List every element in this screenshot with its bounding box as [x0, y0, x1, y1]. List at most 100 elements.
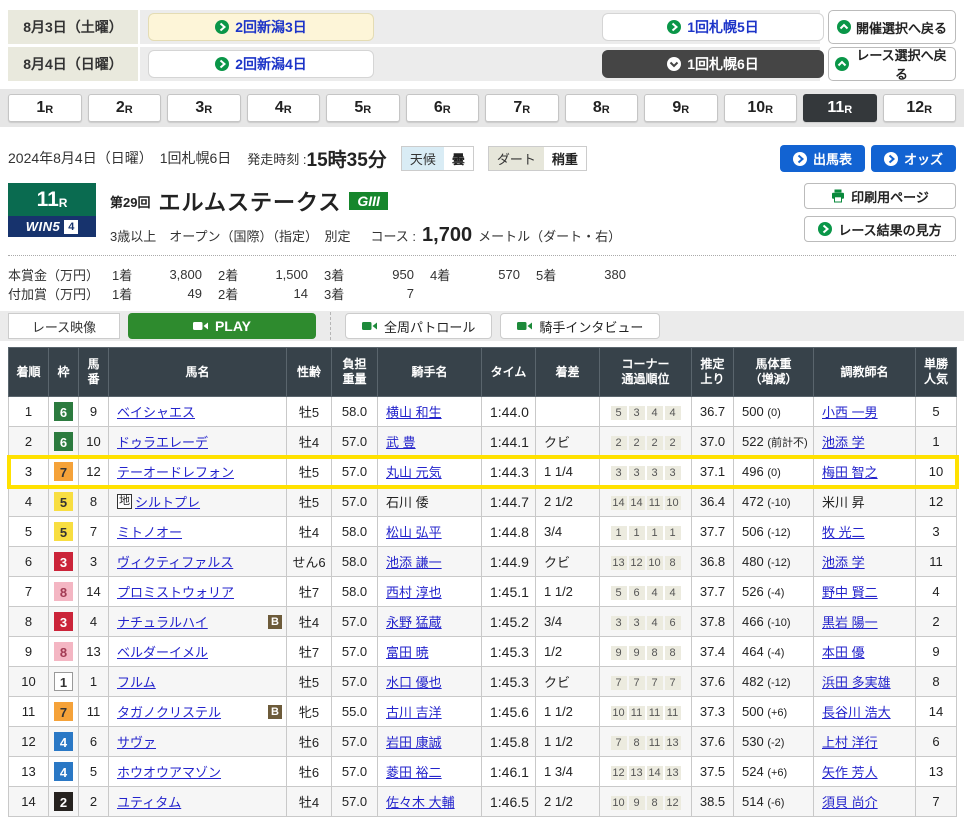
- corner-position: 2: [647, 436, 663, 450]
- trainer-name-link[interactable]: 上村 洋行: [822, 735, 878, 750]
- horse-name-link[interactable]: タガノクリステル: [117, 702, 221, 721]
- trainer-name-link[interactable]: 長谷川 浩大: [822, 705, 891, 720]
- horse-name-link[interactable]: テーオードレフォン: [117, 462, 234, 481]
- race-tab-12R[interactable]: 12R: [883, 94, 957, 122]
- corner-position: 8: [665, 646, 681, 660]
- patrol-button-label: 全周パトロール: [384, 317, 475, 336]
- column-header: 騎手名: [378, 348, 482, 397]
- meeting-button-sapporo6-selected[interactable]: 1回札幌6日: [602, 50, 824, 78]
- print-page-button[interactable]: 印刷用ページ: [804, 183, 956, 209]
- trainer-name-link[interactable]: 池添 学: [822, 555, 865, 570]
- body-weight-cell: 514 (-6): [734, 787, 814, 817]
- weather-badge: 天候 曇: [401, 146, 474, 171]
- corner-positions: 781113: [600, 727, 692, 757]
- prize-amount: 570: [468, 267, 520, 282]
- chevron-right-circle-icon: [215, 57, 229, 71]
- race-tab-3R[interactable]: 3R: [167, 94, 241, 122]
- trainer-name-link[interactable]: 野中 賢二: [822, 585, 878, 600]
- horse-name-wrap: プロミストウォリア: [111, 582, 284, 601]
- race-tab-4R[interactable]: 4R: [247, 94, 321, 122]
- horse-name-link[interactable]: ドゥラエレーデ: [117, 432, 208, 451]
- meeting-button-niigata3[interactable]: 2回新潟3日: [148, 13, 374, 41]
- horse-name-link[interactable]: フルム: [117, 672, 156, 691]
- horse-name-link[interactable]: ベイシャエス: [117, 402, 195, 421]
- trainer-name-link[interactable]: 牧 光二: [822, 525, 865, 540]
- horse-name-cell: ベルダーイメル: [109, 637, 287, 667]
- race-tab-9R[interactable]: 9R: [644, 94, 718, 122]
- race-tab-2R[interactable]: 2R: [88, 94, 162, 122]
- jockey-name-link[interactable]: 池添 謙一: [386, 555, 442, 570]
- horse-name-link[interactable]: ベルダーイメル: [117, 642, 208, 661]
- jockey-name-link[interactable]: 横山 和生: [386, 405, 442, 420]
- body-weight: 522: [742, 434, 764, 449]
- sex-age: 牡5: [287, 397, 332, 427]
- horse-name-link[interactable]: プロミストウォリア: [117, 582, 234, 601]
- back-to-kaisai-button[interactable]: 開催選択へ戻る: [828, 10, 956, 44]
- race-tab-suffix: R: [765, 104, 773, 116]
- result-guide-button[interactable]: レース結果の見方: [804, 216, 956, 242]
- horse-name-link[interactable]: ホウオウアマゾン: [117, 762, 221, 781]
- race-tab-11R[interactable]: 11R: [803, 94, 877, 122]
- jockey-name-link[interactable]: 古川 吉洋: [386, 705, 442, 720]
- trainer-name-link[interactable]: 池添 学: [822, 435, 865, 450]
- jockey-name-link[interactable]: 菱田 裕二: [386, 765, 442, 780]
- trainer-name-link[interactable]: 浜田 多実雄: [822, 675, 891, 690]
- day-row-sunday: 8月4日（日曜） 2回新潟4日 1回札幌6日 レース選択へ戻る: [8, 47, 956, 81]
- horse-name-wrap: フルム: [111, 672, 284, 691]
- last-3f-time: 37.1: [692, 457, 734, 487]
- race-tab-5R[interactable]: 5R: [326, 94, 400, 122]
- horse-name-link[interactable]: サヴァ: [117, 732, 156, 751]
- horse-name-wrap: ドゥラエレーデ: [111, 432, 284, 451]
- race-tab-1R[interactable]: 1R: [8, 94, 82, 122]
- body-weight-cell: 530 (-2): [734, 727, 814, 757]
- finish-position: 11: [9, 697, 49, 727]
- play-button[interactable]: PLAY: [128, 313, 316, 339]
- race-tab-10R[interactable]: 10R: [724, 94, 798, 122]
- win-popularity: 13: [916, 757, 957, 787]
- horse-name-link[interactable]: シルトプレ: [135, 492, 200, 511]
- jockey-name-link[interactable]: 岩田 康誠: [386, 735, 442, 750]
- shutsuba-button[interactable]: 出馬表: [780, 145, 865, 172]
- trainer-cell: 小西 一男: [814, 397, 916, 427]
- horse-name-link[interactable]: ヴィクティファルス: [117, 552, 233, 571]
- trainer-name-link[interactable]: 黒岩 陽一: [822, 615, 878, 630]
- body-weight-diff: (-12): [767, 677, 790, 689]
- jockey-name-link[interactable]: 武 豊: [386, 435, 416, 450]
- jockey-name: 石川 倭: [386, 495, 429, 510]
- race-tab-8R[interactable]: 8R: [565, 94, 639, 122]
- corner-position: 6: [665, 616, 681, 630]
- trainer-name-link[interactable]: 本田 優: [822, 645, 865, 660]
- race-tab-7R[interactable]: 7R: [485, 94, 559, 122]
- trainer-name-link[interactable]: 須貝 尚介: [822, 795, 878, 810]
- horse-name-link[interactable]: ミトノオー: [117, 522, 182, 541]
- trainer-name-link[interactable]: 小西 一男: [822, 405, 878, 420]
- trainer-name-link[interactable]: 矢作 芳人: [822, 765, 878, 780]
- patrol-video-button[interactable]: 全周パトロール: [345, 313, 492, 339]
- horse-name-link[interactable]: ユティタム: [117, 792, 181, 811]
- jockey-name-link[interactable]: 松山 弘平: [386, 525, 442, 540]
- back-to-race-select-button[interactable]: レース選択へ戻る: [828, 47, 956, 81]
- horse-number: 5: [79, 757, 109, 787]
- trainer-name-link[interactable]: 梅田 智之: [822, 465, 878, 480]
- frame-number: 5: [54, 522, 73, 541]
- race-tab-6R[interactable]: 6R: [406, 94, 480, 122]
- race-title-actions: 印刷用ページ レース結果の見方: [804, 183, 956, 247]
- meeting-button-niigata4[interactable]: 2回新潟4日: [148, 50, 374, 78]
- frame-number: 6: [54, 402, 73, 421]
- jockey-interview-button[interactable]: 騎手インタビュー: [500, 313, 660, 339]
- meeting-button-sapporo5[interactable]: 1回札幌5日: [602, 13, 824, 41]
- prize-place: 3着: [324, 284, 362, 303]
- jockey-name-link[interactable]: 西村 淳也: [386, 585, 442, 600]
- odds-button[interactable]: オッズ: [871, 145, 956, 172]
- jockey-name-link[interactable]: 佐々木 大輔: [386, 795, 455, 810]
- result-row: 1345ホウオウアマゾン牡657.0菱田 裕二1:46.11 3/4121314…: [9, 757, 957, 787]
- body-weight-diff: (+6): [767, 707, 787, 719]
- jockey-name-link[interactable]: 水口 優也: [386, 675, 442, 690]
- start-time-value: 15時35分: [307, 145, 387, 172]
- horse-name-link[interactable]: ナチュラルハイ: [117, 612, 208, 631]
- body-weight-cell: 506 (-12): [734, 517, 814, 547]
- margin: 1/2: [536, 637, 600, 667]
- jockey-name-link[interactable]: 永野 猛蔵: [386, 615, 442, 630]
- jockey-name-link[interactable]: 丸山 元気: [386, 465, 442, 480]
- jockey-name-link[interactable]: 富田 暁: [386, 645, 429, 660]
